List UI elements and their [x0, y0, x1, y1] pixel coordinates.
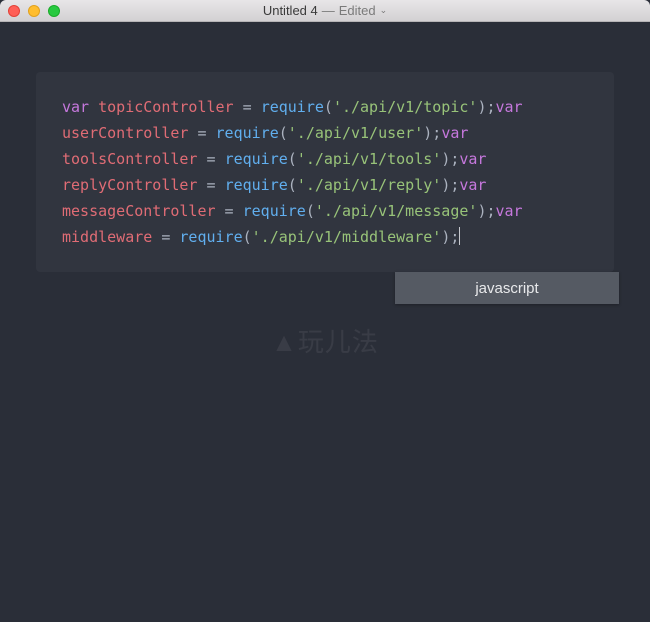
keyword: var — [62, 98, 89, 116]
string-literal: './api/v1/topic' — [333, 98, 478, 116]
traffic-lights — [0, 5, 60, 17]
text-cursor — [459, 227, 460, 245]
window-title[interactable]: Untitled 4 — Edited ⌄ — [0, 3, 650, 18]
function-name: require — [261, 98, 324, 116]
minimize-icon[interactable] — [28, 5, 40, 17]
chevron-down-icon[interactable]: ⌄ — [380, 5, 388, 16]
watermark: ▲玩儿法 — [271, 322, 379, 359]
editor-workspace[interactable]: var topicController = require('./api/v1/… — [0, 22, 650, 622]
code-editor[interactable]: var topicController = require('./api/v1/… — [36, 72, 614, 272]
language-tooltip[interactable]: javascript — [395, 272, 619, 304]
close-icon[interactable] — [8, 5, 20, 17]
title-separator: — — [322, 3, 335, 18]
tooltip-label: javascript — [475, 280, 538, 297]
edited-status: Edited — [339, 3, 376, 18]
identifier: topicController — [98, 98, 233, 116]
document-name: Untitled 4 — [263, 3, 318, 18]
maximize-icon[interactable] — [48, 5, 60, 17]
window-titlebar: Untitled 4 — Edited ⌄ — [0, 0, 650, 22]
